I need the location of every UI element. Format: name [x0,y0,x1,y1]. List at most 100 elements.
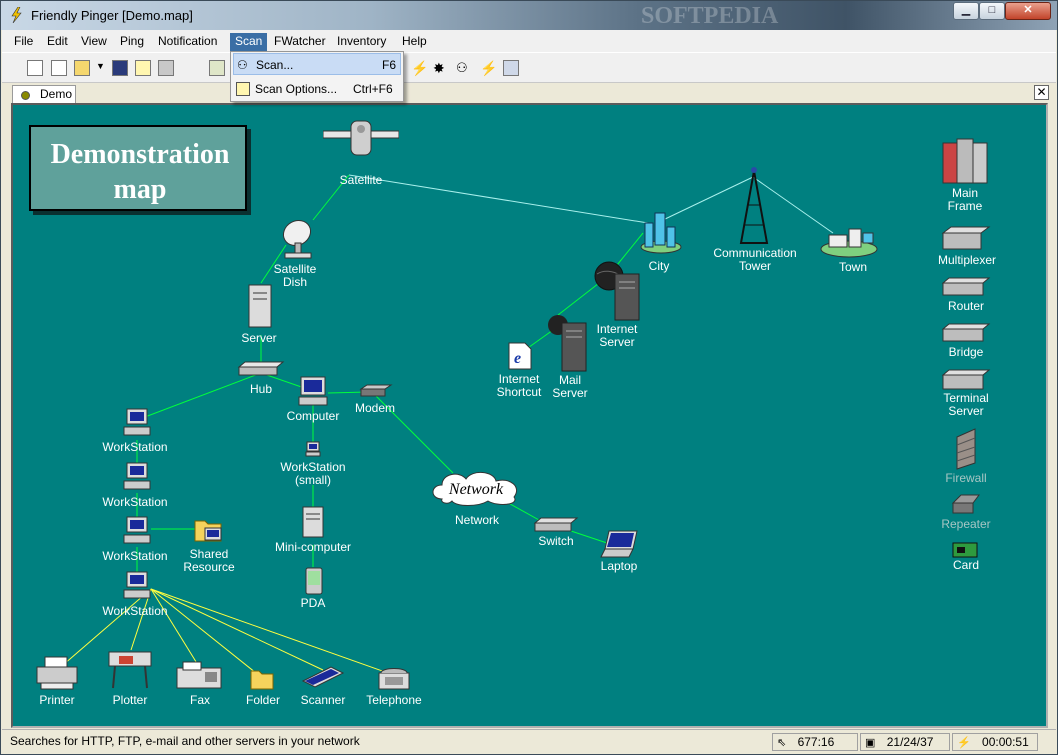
folder-icon[interactable] [249,667,275,691]
scanner-icon[interactable] [301,665,345,691]
cursor-icon: ⇖ [777,737,787,749]
communication-tower-icon[interactable] [737,165,771,245]
close-tab-button[interactable]: ✕ [1034,85,1049,100]
computer-label: Computer [286,409,340,423]
bulb-icon[interactable]: ✸ [433,60,449,76]
satellite-icon[interactable] [323,117,399,163]
new-map-icon[interactable] [27,60,43,76]
modem-icon[interactable] [359,384,393,398]
link-satellite-city [348,174,649,224]
shared-resource-icon[interactable] [193,515,225,545]
folder-label: Folder [245,693,281,707]
fax-icon[interactable] [175,660,223,690]
hub-label: Hub [249,382,273,396]
folder-disabled-icon[interactable] [158,60,174,76]
satellite-label: Satellite [339,173,383,187]
pda-label: PDA [300,596,326,610]
menu-inventory[interactable]: Inventory [332,33,391,51]
city-icon[interactable] [637,211,683,255]
main-frame-icon[interactable] [941,137,991,185]
computer-icon[interactable] [298,375,328,407]
workstation-icon[interactable] [123,515,151,545]
plotter-label: Plotter [112,693,148,707]
menu-ping[interactable]: Ping [115,33,149,51]
title-bar[interactable]: Friendly Pinger [Demo.map] SOFTPEDIA ▁ □… [1,1,1057,30]
map-title-box[interactable]: Demonstration map [29,125,247,211]
server-label: Server [241,331,277,345]
bridge-icon[interactable] [941,323,991,343]
menu-file[interactable]: File [9,33,38,51]
switch-icon[interactable] [533,517,579,533]
lightning-app-icon [11,7,22,23]
coords-value: 677:16 [797,735,835,749]
network-map[interactable]: Demonstration map Satellite Satellite Di… [11,103,1048,728]
computer-count-icon: ▣ [865,737,876,749]
scan-menu-item-scan[interactable]: ⚇ Scan... F6 [233,53,401,75]
modem-label: Modem [354,401,396,415]
lightning-status-icon: ⚡ [957,737,971,749]
mini-computer-icon[interactable] [300,505,326,539]
workstation-icon[interactable] [123,407,151,437]
hub-icon[interactable] [237,361,285,377]
tab-status-icon [21,91,30,100]
inventory-icon[interactable] [503,60,519,76]
mini-computer-label: Mini-computer [274,540,352,554]
checklist-icon [236,82,250,96]
stop-ping-icon[interactable]: ⚡ [480,60,497,76]
firewall-label: Firewall [945,471,987,485]
menu-view[interactable]: View [76,33,112,51]
tab-demo[interactable]: Demo [12,85,76,104]
workstation-small-icon[interactable] [305,441,321,457]
svg-text:e: e [514,350,521,367]
firewall-icon[interactable] [955,427,979,471]
server-icon[interactable] [247,283,273,329]
mail-server-icon[interactable] [546,313,592,373]
plotter-icon[interactable] [107,648,153,690]
menu-notification[interactable]: Notification [153,33,222,51]
scan-menu-item-options[interactable]: Scan Options... Ctrl+F6 [233,78,401,100]
repeater-label: Repeater [941,517,991,531]
open-folder-icon[interactable] [74,60,90,76]
open-dropdown-arrow-icon[interactable]: ▼ [96,61,105,71]
watermark: SOFTPEDIA [641,3,779,29]
laptop-icon[interactable] [599,529,641,559]
map-title-text: Demonstration map [50,139,230,205]
binoculars-icon[interactable]: ⚇ [456,60,472,76]
pda-icon[interactable] [305,567,323,595]
telephone-icon[interactable] [377,665,411,691]
card-icon[interactable] [951,541,979,559]
maximize-button[interactable]: □ [979,2,1005,20]
multiplexer-icon[interactable] [941,225,991,251]
minimize-button[interactable]: ▁ [953,2,979,20]
terminal-server-label: Terminal Server [943,391,989,418]
menu-fwatcher[interactable]: FWatcher [269,33,331,51]
printer-icon[interactable] [35,655,79,691]
status-counts: ▣ 21/24/37 [860,733,950,751]
terminal-server-icon[interactable] [941,369,991,391]
internet-shortcut-icon[interactable]: e [507,341,533,371]
bridge-label: Bridge [948,345,984,359]
internet-server-icon[interactable] [593,260,643,322]
close-button[interactable]: ✕ [1005,2,1051,20]
repeater-icon[interactable] [949,493,983,515]
menu-edit[interactable]: Edit [42,33,73,51]
save-icon[interactable] [112,60,128,76]
town-icon[interactable] [819,223,879,259]
workstation-icon[interactable] [123,461,151,491]
new-doc-icon[interactable] [51,60,67,76]
workstation-icon[interactable] [123,570,151,600]
menu-scan[interactable]: Scan [230,33,268,51]
edit-mode-icon[interactable] [209,60,225,76]
mail-server-label: Mail Server [552,373,588,400]
lightning-icon[interactable]: ⚡ [411,60,428,76]
save-all-icon[interactable] [135,60,151,76]
menu-help[interactable]: Help [397,33,432,51]
satellite-dish-icon[interactable] [279,215,321,259]
network-cloud-text: Network [448,481,504,498]
laptop-label: Laptop [600,559,638,573]
card-label: Card [952,558,980,572]
router-icon[interactable] [941,277,991,297]
counts-value: 21/24/37 [886,735,934,749]
telephone-label: Telephone [366,693,422,707]
shared-resource-label: Shared Resource [183,547,235,574]
